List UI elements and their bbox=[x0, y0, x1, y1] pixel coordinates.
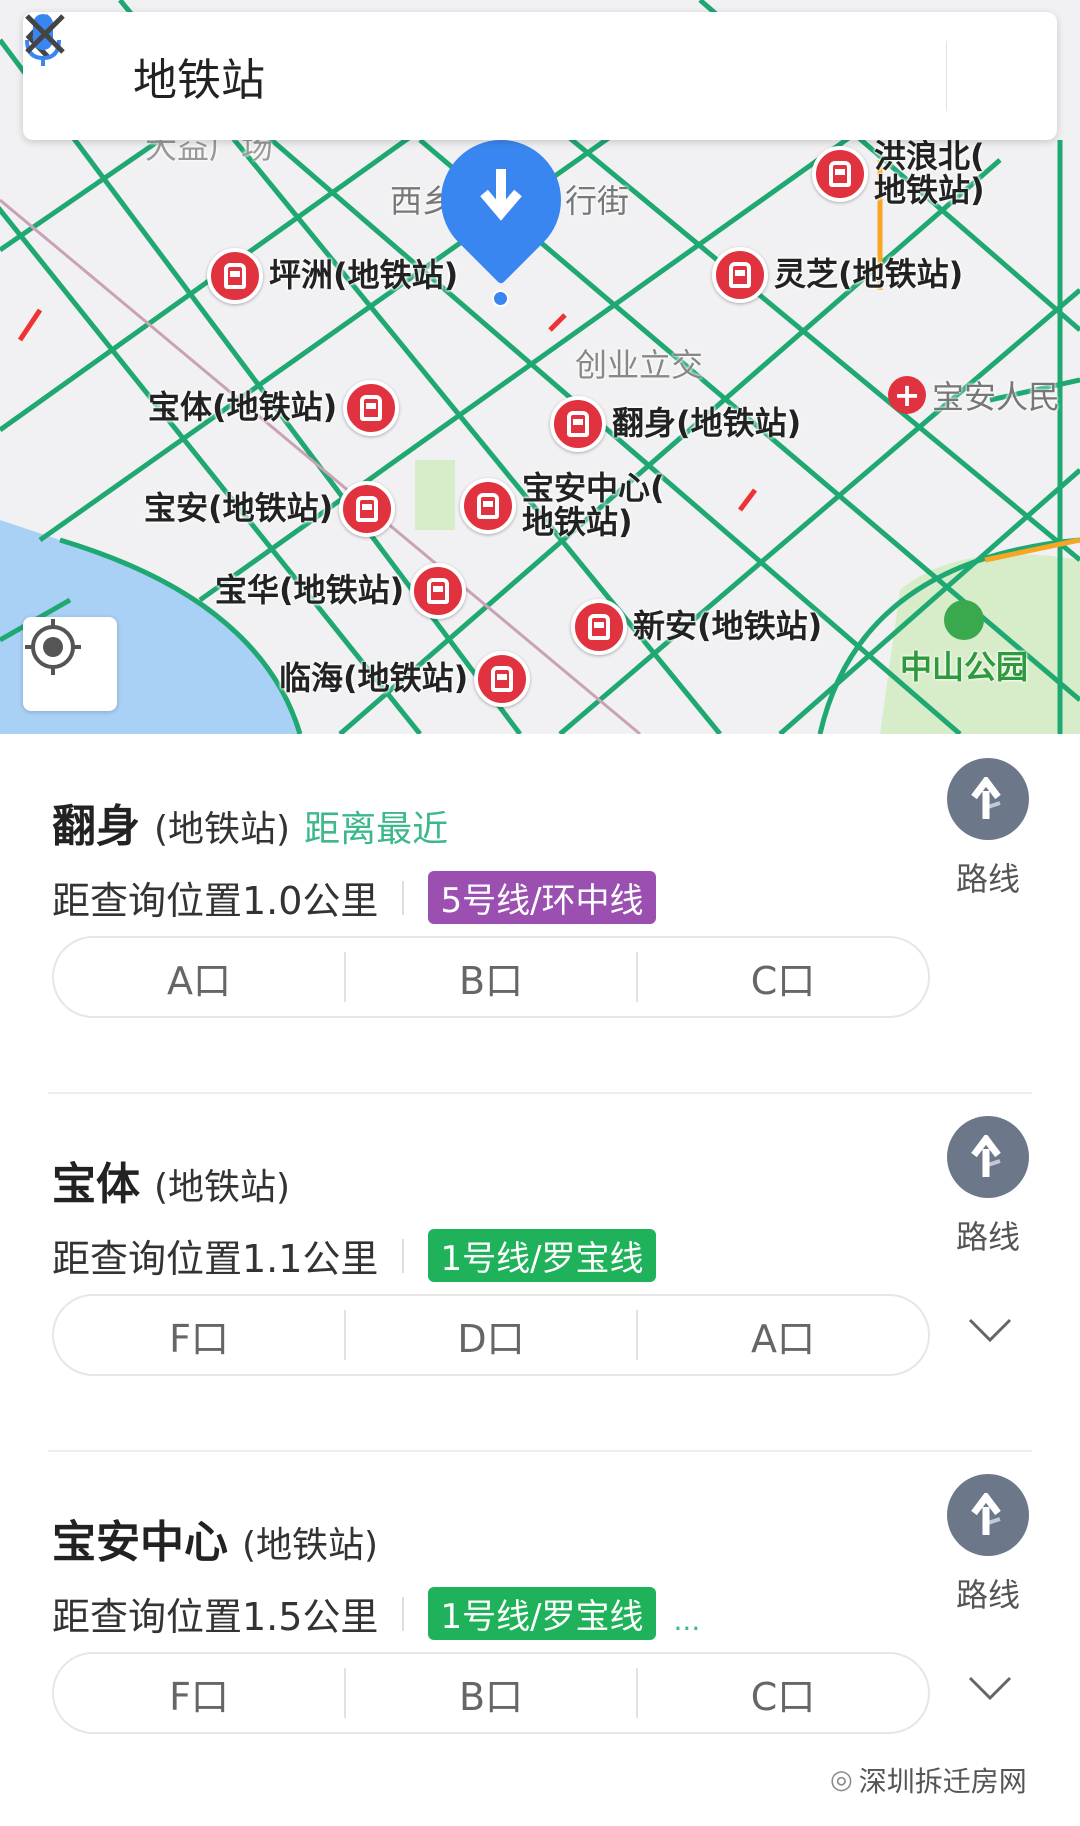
card-divider bbox=[48, 1450, 1032, 1452]
exit-button[interactable]: D口 bbox=[346, 1308, 636, 1363]
line-badge: 1号线/罗宝线 bbox=[428, 1587, 656, 1640]
subway-icon bbox=[812, 145, 868, 202]
exit-button[interactable]: B口 bbox=[346, 1666, 636, 1721]
station-label: 翻身(地铁站) bbox=[612, 404, 802, 443]
station-title[interactable]: 宝安中心 (地铁站) bbox=[52, 1506, 378, 1570]
turn-arrow-icon bbox=[971, 777, 1001, 819]
route-label[interactable]: 路线 bbox=[948, 854, 1028, 900]
station-name: 宝安中心 bbox=[52, 1517, 228, 1568]
exit-button[interactable]: F口 bbox=[54, 1666, 344, 1721]
station-label: 坪洲(地铁站) bbox=[269, 256, 459, 295]
turn-arrow-icon bbox=[971, 1493, 1001, 1535]
exit-button[interactable]: F口 bbox=[54, 1308, 344, 1363]
map-label-interchange: 创业立交 bbox=[575, 346, 704, 384]
exit-button[interactable]: C口 bbox=[638, 950, 928, 1005]
card-divider bbox=[48, 1092, 1032, 1094]
subway-icon bbox=[571, 599, 627, 655]
more-lines[interactable]: ... bbox=[674, 1604, 701, 1637]
station-title[interactable]: 宝体 (地铁站) bbox=[52, 1148, 290, 1212]
subway-icon bbox=[474, 651, 531, 707]
hospital-icon: + bbox=[888, 376, 926, 414]
station-marker[interactable]: 洪浪北(地铁站) bbox=[812, 137, 985, 209]
route-label[interactable]: 路线 bbox=[948, 1570, 1028, 1616]
divider bbox=[402, 1238, 405, 1273]
distance-text: 距查询位置1.0公里 bbox=[52, 879, 379, 923]
station-label: 灵芝(地铁站) bbox=[774, 255, 964, 294]
watermark: ◎ 深圳拆迁房网 bbox=[830, 1765, 1027, 1798]
route-button[interactable] bbox=[947, 758, 1029, 840]
arrow-down-icon bbox=[480, 169, 522, 221]
chevron-down-icon[interactable] bbox=[968, 1674, 1012, 1704]
station-marker[interactable]: 宝安中心(地铁站) bbox=[460, 469, 665, 541]
station-name: 翻身 bbox=[52, 801, 140, 852]
wechat-icon: ◎ bbox=[830, 1765, 853, 1795]
divider bbox=[402, 880, 405, 915]
exit-button[interactable]: B口 bbox=[346, 950, 636, 1005]
search-bar: 地铁站 bbox=[23, 12, 1057, 140]
subway-icon bbox=[339, 481, 396, 537]
station-title[interactable]: 翻身 (地铁站) 距离最近 bbox=[52, 790, 448, 854]
turn-arrow-icon bbox=[971, 1135, 1001, 1177]
map-view[interactable]: 大益广场 西乡 行街 坪洲(地铁站) 灵芝(地铁站) 洪浪北(地铁站) 宝体(地… bbox=[0, 0, 1080, 734]
station-label: 临海(地铁站) bbox=[279, 659, 469, 698]
locate-me-button[interactable] bbox=[23, 617, 117, 711]
map-label-street-b: 行街 bbox=[565, 182, 630, 220]
station-label: 宝安中心(地铁站) bbox=[522, 469, 665, 541]
route-button[interactable] bbox=[947, 1116, 1029, 1198]
subway-icon bbox=[343, 380, 400, 436]
subway-icon bbox=[550, 396, 606, 452]
station-marker[interactable]: 坪洲(地铁站) bbox=[207, 248, 458, 304]
close-icon bbox=[25, 14, 65, 54]
route-button[interactable] bbox=[947, 1474, 1029, 1556]
station-marker[interactable]: 宝华(地铁站) bbox=[215, 563, 467, 619]
clear-search-button[interactable] bbox=[25, 12, 1057, 140]
station-label: 宝华(地铁站) bbox=[215, 571, 405, 610]
crosshair-icon bbox=[25, 619, 81, 675]
station-label: 洪浪北(地铁站) bbox=[874, 137, 985, 209]
voice-search-button[interactable] bbox=[25, 14, 947, 111]
map-label-park: 中山公园 bbox=[900, 600, 1028, 688]
exits-group: F口 D口 A口 bbox=[52, 1294, 930, 1376]
subway-icon bbox=[410, 563, 467, 619]
exits-group: F口 B口 C口 bbox=[52, 1652, 930, 1734]
distance-text: 距查询位置1.5公里 bbox=[52, 1595, 379, 1639]
current-location-dot bbox=[492, 290, 509, 307]
station-marker[interactable]: 宝体(地铁站) bbox=[148, 380, 400, 436]
exit-button[interactable]: A口 bbox=[638, 1308, 928, 1363]
exits-group: A口 B口 C口 bbox=[52, 936, 930, 1018]
station-label: 宝安(地铁站) bbox=[144, 489, 334, 528]
line-badge: 5号线/环中线 bbox=[428, 871, 656, 924]
line-badge: 1号线/罗宝线 bbox=[428, 1229, 656, 1282]
station-suffix: (地铁站) bbox=[242, 1525, 379, 1566]
search-input[interactable]: 地铁站 bbox=[133, 44, 847, 108]
subway-icon bbox=[460, 477, 516, 534]
map-label-hospital: + 宝安人民 bbox=[888, 372, 1060, 418]
route-label[interactable]: 路线 bbox=[948, 1212, 1028, 1258]
station-marker[interactable]: 临海(地铁站) bbox=[279, 651, 531, 707]
park-icon bbox=[944, 600, 984, 640]
exit-button[interactable]: A口 bbox=[54, 950, 344, 1005]
subway-icon bbox=[712, 247, 768, 303]
station-suffix: (地铁站) bbox=[154, 809, 291, 850]
station-marker[interactable]: 翻身(地铁站) bbox=[550, 396, 801, 452]
distance-text: 距查询位置1.1公里 bbox=[52, 1237, 379, 1281]
station-marker[interactable]: 新安(地铁站) bbox=[571, 599, 822, 655]
nearest-tag: 距离最近 bbox=[304, 809, 449, 850]
divider bbox=[402, 1596, 405, 1631]
chevron-down-icon[interactable] bbox=[968, 1316, 1012, 1346]
station-label: 新安(地铁站) bbox=[633, 607, 823, 646]
subway-icon bbox=[207, 248, 263, 304]
station-name: 宝体 bbox=[52, 1159, 140, 1210]
exit-button[interactable]: C口 bbox=[638, 1666, 928, 1721]
station-marker[interactable]: 宝安(地铁站) bbox=[144, 481, 396, 537]
station-suffix: (地铁站) bbox=[154, 1167, 291, 1208]
station-marker[interactable]: 灵芝(地铁站) bbox=[712, 247, 963, 303]
station-label: 宝体(地铁站) bbox=[148, 388, 338, 427]
